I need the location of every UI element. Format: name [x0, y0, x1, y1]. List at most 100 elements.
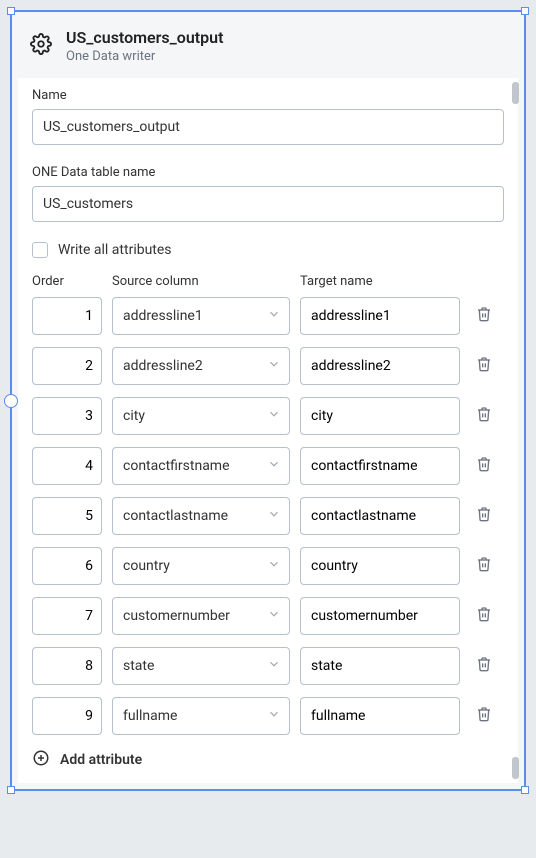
panel-body: Name ONE Data table name Write all attri…	[18, 78, 518, 783]
table-name-input[interactable]	[32, 186, 504, 222]
attribute-row: addressline2	[32, 347, 504, 385]
trash-icon	[476, 406, 492, 426]
plus-circle-icon	[32, 749, 50, 771]
order-input[interactable]	[32, 597, 102, 635]
attribute-row: contactlastname	[32, 497, 504, 535]
scroll-button-down[interactable]	[512, 757, 519, 779]
source-column-value: contactlastname	[123, 508, 228, 524]
order-input[interactable]	[32, 447, 102, 485]
source-column-select[interactable]: fullname	[112, 697, 290, 735]
col-source-label: Source column	[112, 274, 290, 289]
delete-row-button[interactable]	[470, 706, 498, 726]
target-name-input[interactable]	[300, 697, 460, 735]
attribute-row: fullname	[32, 697, 504, 735]
trash-icon	[476, 306, 492, 326]
target-name-input[interactable]	[300, 347, 460, 385]
config-panel: US_customers_output One Data writer Name…	[10, 10, 526, 791]
gear-icon	[30, 33, 52, 59]
chevron-down-icon	[267, 457, 281, 475]
chevron-down-icon	[267, 557, 281, 575]
trash-icon	[476, 506, 492, 526]
target-name-input[interactable]	[300, 297, 460, 335]
write-all-checkbox[interactable]	[32, 242, 48, 258]
order-input[interactable]	[32, 347, 102, 385]
resize-handle-bl[interactable]	[7, 786, 15, 794]
trash-icon	[476, 356, 492, 376]
delete-row-button[interactable]	[470, 356, 498, 376]
trash-icon	[476, 706, 492, 726]
attribute-row: addressline1	[32, 297, 504, 335]
add-attribute-button[interactable]: Add attribute	[32, 749, 504, 771]
chevron-down-icon	[267, 657, 281, 675]
target-name-input[interactable]	[300, 497, 460, 535]
source-column-select[interactable]: contactfirstname	[112, 447, 290, 485]
source-column-value: customernumber	[123, 608, 230, 624]
source-column-select[interactable]: addressline2	[112, 347, 290, 385]
panel-header: US_customers_output One Data writer	[12, 12, 524, 78]
target-name-input[interactable]	[300, 547, 460, 585]
delete-row-button[interactable]	[470, 656, 498, 676]
source-column-value: city	[123, 408, 145, 424]
source-column-value: contactfirstname	[123, 458, 230, 474]
name-input[interactable]	[32, 109, 504, 145]
source-column-select[interactable]: contactlastname	[112, 497, 290, 535]
write-all-label: Write all attributes	[58, 242, 172, 258]
target-name-input[interactable]	[300, 397, 460, 435]
delete-row-button[interactable]	[470, 306, 498, 326]
resize-handle-tl[interactable]	[7, 7, 15, 15]
connector-handle-left[interactable]	[4, 394, 18, 408]
source-column-select[interactable]: addressline1	[112, 297, 290, 335]
delete-row-button[interactable]	[470, 406, 498, 426]
order-input[interactable]	[32, 697, 102, 735]
attribute-row: customernumber	[32, 597, 504, 635]
attribute-row: country	[32, 547, 504, 585]
delete-row-button[interactable]	[470, 456, 498, 476]
target-name-input[interactable]	[300, 447, 460, 485]
order-input[interactable]	[32, 647, 102, 685]
chevron-down-icon	[267, 307, 281, 325]
trash-icon	[476, 556, 492, 576]
chevron-down-icon	[267, 507, 281, 525]
chevron-down-icon	[267, 407, 281, 425]
attribute-row: contactfirstname	[32, 447, 504, 485]
source-column-select[interactable]: customernumber	[112, 597, 290, 635]
col-order-label: Order	[32, 274, 102, 289]
scroll-button-up[interactable]	[512, 82, 519, 104]
resize-handle-tr[interactable]	[521, 7, 529, 15]
source-column-select[interactable]: country	[112, 547, 290, 585]
target-name-input[interactable]	[300, 647, 460, 685]
trash-icon	[476, 656, 492, 676]
name-label: Name	[32, 88, 504, 103]
delete-row-button[interactable]	[470, 556, 498, 576]
chevron-down-icon	[267, 607, 281, 625]
order-input[interactable]	[32, 547, 102, 585]
source-column-value: state	[123, 658, 154, 674]
source-column-select[interactable]: state	[112, 647, 290, 685]
columns-header: Order Source column Target name	[32, 274, 504, 289]
panel-title: US_customers_output	[66, 28, 223, 47]
source-column-select[interactable]: city	[112, 397, 290, 435]
source-column-value: addressline2	[123, 358, 203, 374]
order-input[interactable]	[32, 497, 102, 535]
panel-subtitle: One Data writer	[66, 49, 223, 64]
chevron-down-icon	[267, 357, 281, 375]
write-all-checkbox-row[interactable]: Write all attributes	[32, 242, 504, 258]
source-column-value: fullname	[123, 708, 177, 724]
target-name-input[interactable]	[300, 597, 460, 635]
source-column-value: addressline1	[123, 308, 203, 324]
order-input[interactable]	[32, 397, 102, 435]
scrollbar[interactable]	[510, 78, 520, 783]
attribute-row: state	[32, 647, 504, 685]
table-name-label: ONE Data table name	[32, 165, 504, 180]
delete-row-button[interactable]	[470, 506, 498, 526]
chevron-down-icon	[267, 707, 281, 725]
order-input[interactable]	[32, 297, 102, 335]
delete-row-button[interactable]	[470, 606, 498, 626]
add-attribute-label: Add attribute	[60, 752, 142, 768]
trash-icon	[476, 456, 492, 476]
trash-icon	[476, 606, 492, 626]
source-column-value: country	[123, 558, 170, 574]
resize-handle-br[interactable]	[521, 786, 529, 794]
attribute-row: city	[32, 397, 504, 435]
col-target-label: Target name	[300, 274, 460, 289]
